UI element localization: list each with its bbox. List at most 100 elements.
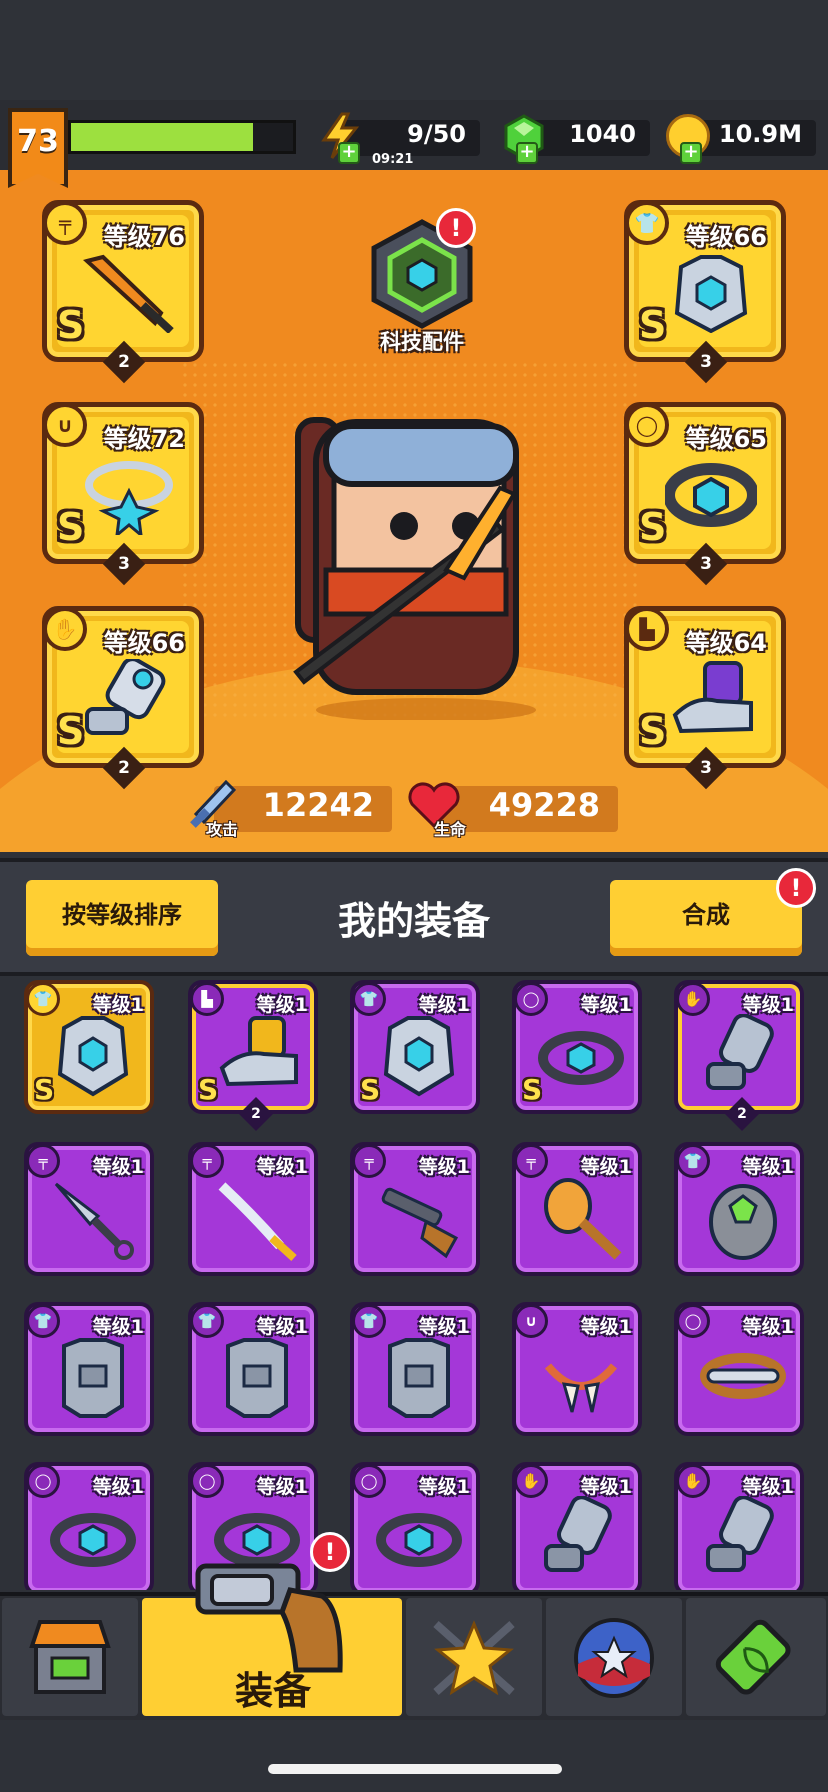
gauntlet-icon (85, 659, 166, 735)
star-count: 3 (684, 542, 728, 586)
hero-character[interactable] (286, 410, 566, 720)
item-type-icon: ╤ (26, 1144, 60, 1178)
item-type-icon: 👕 (26, 1304, 60, 1338)
energy-timer: 09:21 (372, 152, 414, 167)
inventory-item[interactable]: ◯ 等级1 (24, 1462, 154, 1590)
inventory-item[interactable]: 👕 等级1 (188, 1302, 318, 1436)
bone-belt-icon (700, 1353, 786, 1399)
gem-value: 1040 (569, 120, 636, 148)
energy-value: 9/50 (407, 120, 466, 148)
nav-dna-tab[interactable] (686, 1598, 826, 1716)
slot-weapon[interactable]: ╤ 等级76 S 2 (42, 200, 204, 384)
slot-level: 等级64 (685, 629, 767, 657)
item-level: 等级1 (92, 1156, 144, 1178)
belt-icon (376, 1513, 462, 1567)
item-level: 等级1 (92, 1316, 144, 1338)
item-type-icon: ◯ (190, 1464, 224, 1498)
item-level: 等级1 (418, 1156, 470, 1178)
fang-necklace-icon (544, 1363, 618, 1413)
inventory-grid: 👕 等级1 S ▙ 等级1 S 2 👕 等级1 S ◯ 等级1 S ✋ 等级1 2 ╤ 等级1 ╤ 等级1 ╤ 等级1 ╤ 等… (0, 980, 828, 1590)
inventory-item[interactable]: ◯ 等级1 S (512, 980, 642, 1114)
item-level: 等级1 (580, 994, 632, 1016)
item-level: 等级1 (742, 1156, 794, 1178)
item-type-icon: ◯ (352, 1464, 386, 1498)
grade-badge: S (57, 303, 85, 347)
vest-icon (226, 1338, 288, 1418)
add-energy-icon[interactable]: + (338, 142, 360, 164)
item-type-icon: 👕 (190, 1304, 224, 1338)
grade-badge: S (639, 505, 667, 549)
gloves-icon (544, 1496, 612, 1572)
item-level: 等级1 (742, 1316, 794, 1338)
add-gold-icon[interactable]: + (680, 142, 702, 164)
item-level: 等级1 (256, 994, 308, 1016)
gloves-icon (706, 1014, 774, 1090)
slot-gloves[interactable]: ✋ 等级66 S 2 (42, 606, 204, 790)
sort-by-level-button[interactable]: 按等级排序 (26, 880, 218, 956)
item-level: 等级1 (256, 1316, 308, 1338)
nav-equipment-label: 装备 (234, 1669, 311, 1713)
player-level: 73 (17, 124, 59, 159)
item-level: 等级1 (742, 1476, 794, 1498)
armor-green-icon (709, 1184, 777, 1260)
katana-icon (218, 1182, 297, 1261)
slot-level: 等级66 (103, 629, 185, 657)
armor-icon (383, 1016, 455, 1097)
gun-icon: ╤ (43, 201, 87, 245)
merge-alert: ! (776, 868, 816, 908)
inventory-item[interactable]: 👕 等级1 (24, 1302, 154, 1436)
belt-type-icon: ◯ (625, 403, 669, 447)
gold-value: 10.9M (718, 120, 802, 148)
attack-label: 攻击 (206, 820, 239, 839)
inventory-item[interactable]: ✋ 等级1 (512, 1462, 642, 1590)
nav-talents-tab[interactable] (406, 1598, 542, 1716)
tech-parts-label: 科技配件 (380, 330, 464, 354)
slot-boots[interactable]: ▙ 等级64 S 3 (624, 606, 786, 790)
star-swords-icon (433, 1620, 515, 1696)
slot-necklace[interactable]: ∪ 等级72 S 3 (42, 402, 204, 586)
inventory-item[interactable]: ╤ 等级1 (24, 1142, 154, 1276)
inventory-item[interactable]: ∪ 等级1 (512, 1302, 642, 1436)
star-count: 3 (684, 746, 728, 790)
sword-icon (83, 254, 174, 333)
inventory-item[interactable]: ◯ 等级1 (350, 1462, 480, 1590)
nav-shop-tab[interactable] (2, 1598, 138, 1716)
merge-button[interactable]: 合成 (610, 880, 802, 956)
inventory-item[interactable]: ╤ 等级1 (512, 1142, 642, 1276)
item-level: 等级1 (256, 1476, 308, 1498)
inventory-item[interactable]: 👕 等级1 (674, 1142, 804, 1276)
item-type-icon: ∪ (514, 1304, 548, 1338)
inventory-item[interactable]: ▙ 等级1 S 2 (188, 980, 318, 1131)
inventory-title: 我的装备 (337, 899, 490, 943)
health-value: 49228 (488, 786, 600, 824)
inventory-item[interactable]: ◯ 等级1 (674, 1302, 804, 1436)
item-level: 等级1 (418, 994, 470, 1016)
slot-armor[interactable]: 👕 等级66 S 3 (624, 200, 786, 384)
slot-level: 等级66 (685, 223, 767, 251)
inventory-item[interactable]: ╤ 等级1 (188, 1142, 318, 1276)
inventory-item[interactable]: 👕 等级1 S (24, 980, 154, 1114)
shirt-icon: 👕 (625, 201, 669, 245)
star-count: 2 (102, 746, 146, 790)
inventory-item[interactable]: ✋ 等级1 2 (674, 980, 804, 1131)
vest-icon (388, 1338, 450, 1418)
slot-belt[interactable]: ◯ 等级65 S 3 (624, 402, 786, 586)
item-type-icon: ╤ (190, 1144, 224, 1178)
add-gems-icon[interactable]: + (516, 142, 538, 164)
item-level: 等级1 (418, 1316, 470, 1338)
inventory-item[interactable]: ✋ 等级1 (674, 1462, 804, 1590)
vest-icon (62, 1338, 124, 1418)
item-type-icon: 👕 (26, 982, 60, 1016)
shotgun-icon (381, 1187, 459, 1259)
item-grade: S (34, 1073, 55, 1106)
inventory-item[interactable]: 👕 等级1 (350, 1302, 480, 1436)
necklace-type-icon: ∪ (43, 403, 87, 447)
item-type-icon: ▙ (190, 982, 224, 1016)
inventory-item[interactable]: 👕 等级1 S (350, 980, 480, 1114)
nav-pets-tab[interactable] (546, 1598, 682, 1716)
home-indicator[interactable] (268, 1764, 562, 1774)
item-type-icon: 👕 (352, 1304, 386, 1338)
inventory-item[interactable]: ╤ 等级1 (350, 1142, 480, 1276)
item-grade: S (198, 1073, 219, 1106)
item-level: 等级1 (92, 1476, 144, 1498)
